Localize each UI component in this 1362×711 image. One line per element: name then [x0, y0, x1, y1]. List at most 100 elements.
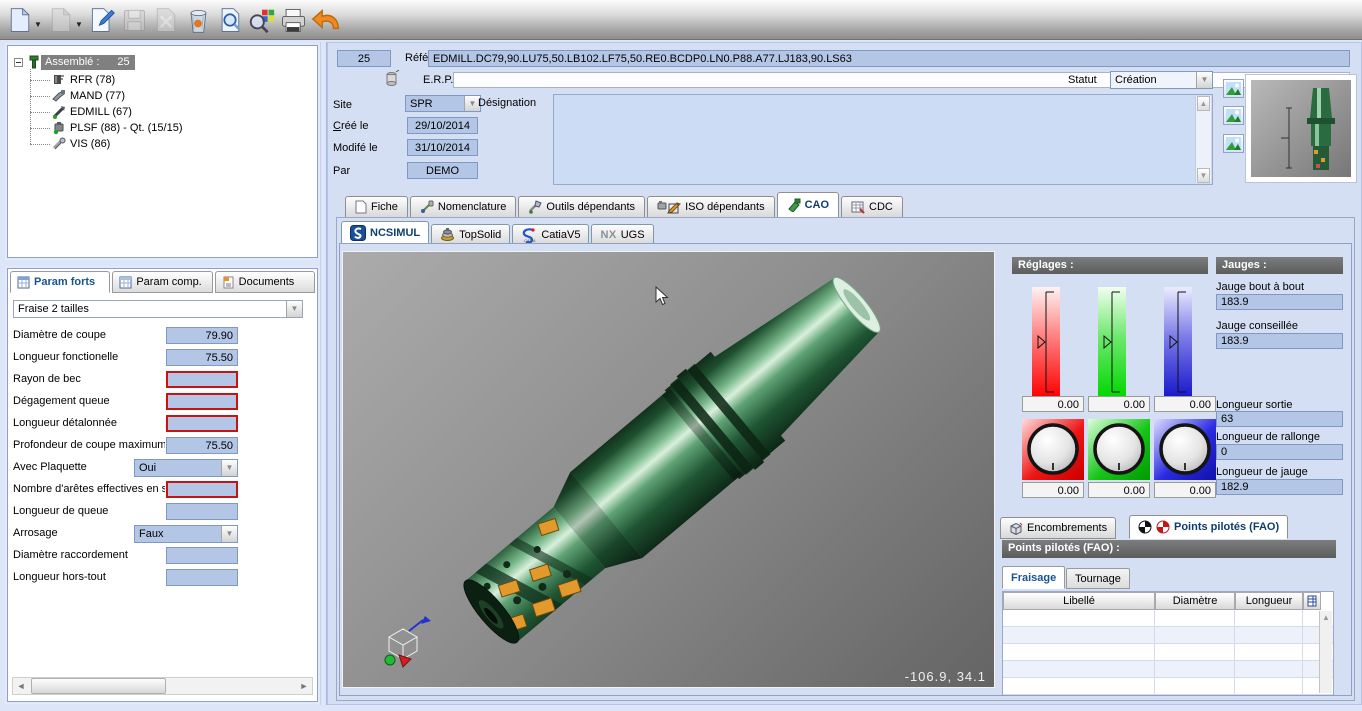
tab-ncsimul[interactable]: NCSIMUL [341, 221, 429, 245]
designation-textarea[interactable]: ▲ ▼ [553, 94, 1213, 185]
tab-points-pilotes[interactable]: Points pilotés (FAO) [1129, 515, 1288, 539]
tree-collapse-icon[interactable] [14, 58, 23, 67]
tool-type-dropdown[interactable]: Fraise 2 tailles ▼ [13, 300, 303, 318]
tab-tournage[interactable]: Tournage [1066, 568, 1130, 589]
table-row[interactable] [1003, 678, 1333, 695]
copy-document-icon[interactable] [45, 3, 77, 37]
param-field-input[interactable] [166, 503, 238, 520]
chevron-down-icon[interactable]: ▼ [34, 20, 43, 29]
table-row[interactable] [1003, 661, 1333, 678]
param-field-input[interactable]: 79.90 [166, 327, 238, 344]
statut-value: Création [1111, 72, 1196, 88]
topsolid-icon [440, 227, 455, 242]
tab-cdc[interactable]: CDC [841, 196, 903, 218]
3d-viewport[interactable]: -106.9, 34.1 [342, 251, 995, 688]
param-field-input[interactable] [166, 393, 238, 410]
image-button-2[interactable] [1223, 106, 1244, 125]
tree-root-row[interactable]: Assemblé : 25 [14, 54, 317, 70]
ncsimul-icon [350, 225, 366, 241]
tab-topsolid[interactable]: TopSolid [431, 224, 510, 245]
tab-fiche[interactable]: Fiche [345, 196, 408, 218]
scroll-right-icon[interactable]: ► [296, 678, 312, 694]
slider-red-value[interactable]: 0.00 [1022, 396, 1084, 412]
param-field-input[interactable] [166, 371, 238, 388]
param-field-input[interactable] [166, 569, 238, 586]
chevron-down-icon[interactable]: ▼ [286, 301, 302, 317]
tab-param-forts[interactable]: Param forts [10, 271, 110, 293]
knob-red-value[interactable]: 0.00 [1022, 482, 1084, 498]
tab-cao[interactable]: CAO [777, 192, 839, 218]
statut-dropdown[interactable]: Création ▼ [1110, 71, 1213, 89]
image-button-3[interactable] [1223, 134, 1244, 153]
search-document-icon[interactable] [214, 3, 246, 37]
tree-item[interactable]: VIS (86) [54, 136, 317, 152]
param-field-input[interactable]: 75.50 [166, 437, 238, 454]
slider-red[interactable] [1032, 287, 1060, 397]
table-scrollbar[interactable]: ▲ [1319, 611, 1332, 693]
panel-splitter[interactable] [320, 42, 327, 705]
slider-green-value[interactable]: 0.00 [1088, 396, 1150, 412]
param-field-input[interactable] [166, 415, 238, 432]
site-dropdown[interactable]: SPR ▼ [405, 95, 481, 112]
chevron-down-icon[interactable]: ▼ [221, 460, 237, 476]
undo-icon[interactable] [310, 3, 342, 37]
designation-scrollbar[interactable]: ▲ ▼ [1195, 96, 1211, 183]
scroll-down-icon[interactable]: ▼ [1197, 168, 1210, 183]
slider-blue[interactable] [1164, 287, 1192, 397]
param-field-input[interactable] [166, 547, 238, 564]
scroll-up-icon[interactable]: ▲ [1197, 96, 1210, 111]
param-horizontal-scrollbar[interactable]: ◄ ► [12, 677, 313, 695]
tab-outils-dependants[interactable]: Outils dépendants [518, 196, 645, 218]
param-field-dropdown[interactable]: Oui▼ [134, 459, 238, 477]
knob-blue[interactable] [1154, 419, 1216, 480]
chevron-down-icon[interactable]: ▼ [1196, 72, 1212, 88]
tree-item[interactable]: PLSF (88) - Qt. (15/15) [54, 120, 317, 136]
tab-nx-ugs[interactable]: NX UGS [591, 224, 653, 245]
scroll-left-icon[interactable]: ◄ [13, 678, 29, 694]
slider-blue-value[interactable]: 0.00 [1154, 396, 1216, 412]
param-field-input[interactable]: 75.50 [166, 349, 238, 366]
tree-item[interactable]: RFR (78) [54, 72, 317, 88]
knob-green-value[interactable]: 0.00 [1088, 482, 1150, 498]
table-row[interactable] [1003, 644, 1333, 661]
tab-iso-dependants[interactable]: ISO dépendants [647, 196, 775, 218]
tree-root-selected[interactable]: Assemblé : 25 [41, 55, 135, 70]
reference-field[interactable]: EDMILL.DC79,90.LU75,50.LB102.LF75,50.RE0… [428, 50, 1350, 67]
image-button-1[interactable] [1223, 79, 1244, 98]
scrollbar-thumb[interactable] [31, 678, 166, 694]
param-field-dropdown[interactable]: Faux▼ [134, 525, 238, 543]
column-longueur[interactable]: Longueur [1235, 592, 1303, 610]
search-colors-icon[interactable] [246, 3, 278, 37]
print-icon[interactable] [278, 3, 310, 37]
edit-document-icon[interactable] [86, 3, 118, 37]
table-row[interactable] [1003, 610, 1333, 627]
tree-item[interactable]: EDMILL (67) [54, 104, 317, 120]
param-field-input[interactable] [166, 481, 238, 498]
column-diametre[interactable]: Diamètre [1155, 592, 1235, 610]
table-row[interactable] [1003, 627, 1333, 644]
slider-green[interactable] [1098, 287, 1126, 397]
tab-encombrements[interactable]: Encombrements [1000, 517, 1116, 539]
trash-icon[interactable] [182, 3, 214, 37]
tree-item[interactable]: MAND (77) [54, 88, 317, 104]
knob-blue-value[interactable]: 0.00 [1154, 482, 1216, 498]
tab-nomenclature[interactable]: Nomenclature [410, 196, 516, 218]
new-document-icon[interactable] [4, 3, 36, 37]
scroll-up-icon[interactable]: ▲ [1320, 613, 1332, 622]
save-icon[interactable] [118, 3, 150, 37]
tab-documents[interactable]: Documents [215, 271, 315, 293]
tool-thumbnail[interactable] [1245, 74, 1357, 183]
chevron-down-icon[interactable]: ▼ [221, 526, 237, 542]
knob-red[interactable] [1022, 419, 1084, 480]
erp-field[interactable] [453, 72, 1350, 88]
delete-document-icon[interactable] [150, 3, 182, 37]
column-libelle[interactable]: Libellé [1003, 592, 1155, 610]
tab-fraisage[interactable]: Fraisage [1002, 566, 1065, 589]
table-options-button[interactable] [1303, 592, 1321, 610]
longueur-jauge-field: 182.9 [1216, 479, 1343, 495]
tab-catiav5[interactable]: CATIA CatiaV5 [512, 224, 589, 245]
tab-param-comp[interactable]: Param comp. [112, 271, 212, 293]
tab-label: Fraisage [1011, 572, 1056, 584]
knob-green[interactable] [1088, 419, 1150, 480]
erp-sync-icon[interactable] [385, 70, 400, 88]
